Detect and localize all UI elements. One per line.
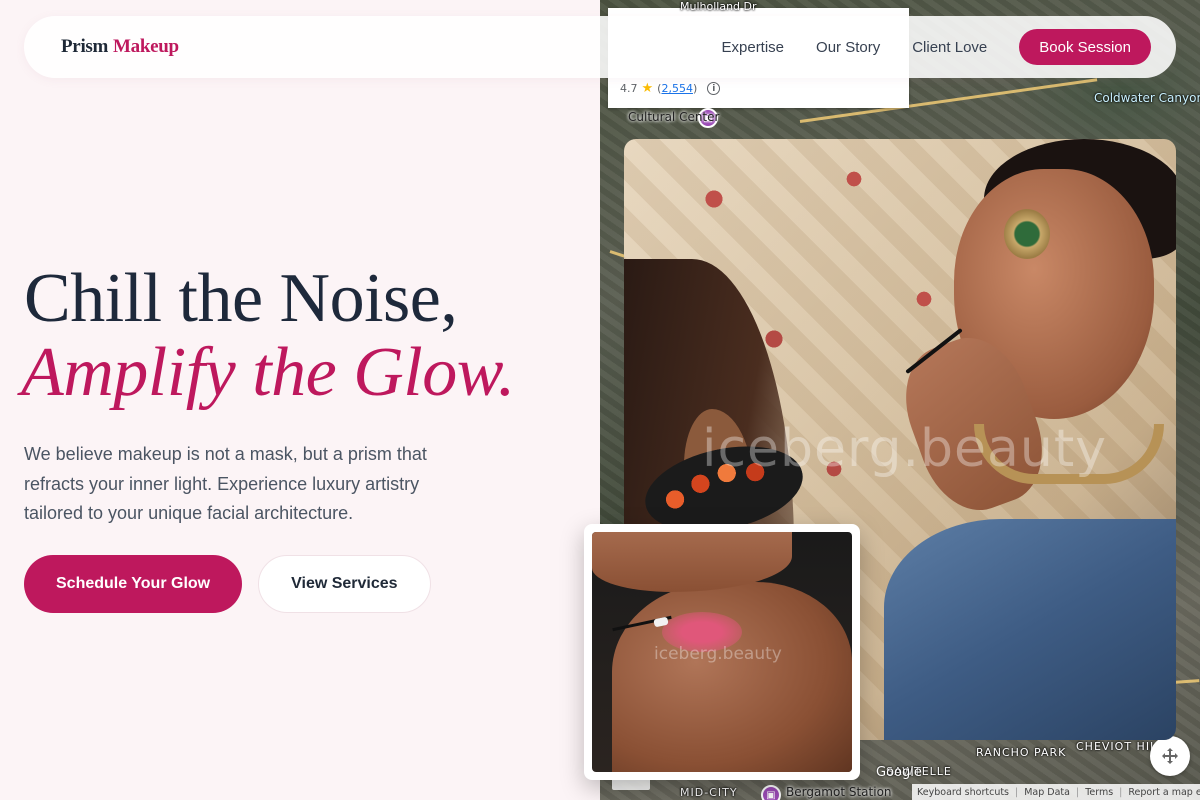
- transit-pin-icon[interactable]: ▣: [761, 785, 781, 800]
- map-label-coldwater: Coldwater Canyon Park: [1094, 91, 1200, 105]
- report-map-error-link[interactable]: Report a map error: [1128, 787, 1200, 798]
- brand-name-part1: Prism: [61, 36, 109, 57]
- hero-description: We believe makeup is not a mask, but a p…: [24, 444, 427, 523]
- headpiece-jewel-graphic: [1004, 209, 1050, 259]
- map-label-cultural-center: Cultural Center: [628, 110, 720, 124]
- map-label-rancho-park: RANCHO PARK: [976, 746, 1067, 759]
- hero-headline-line1: Chill the Noise,: [24, 260, 458, 337]
- nav-item-expertise[interactable]: Expertise: [722, 39, 785, 56]
- nav-item-client-love[interactable]: Client Love: [912, 39, 987, 56]
- brand-logo[interactable]: Prism Makeup: [61, 36, 179, 58]
- review-count-link[interactable]: 2,554: [661, 82, 693, 95]
- view-services-button[interactable]: View Services: [258, 555, 431, 613]
- hero-secondary-photo: iceberg.beauty: [584, 524, 860, 780]
- hero-headline: Chill the Noise, Amplify the Glow.: [21, 260, 584, 411]
- fullscreen-button[interactable]: [1150, 736, 1190, 776]
- hero-headline-line2: Amplify the Glow.: [21, 334, 515, 411]
- schedule-glow-button[interactable]: Schedule Your Glow: [24, 555, 243, 613]
- map-data-link[interactable]: Map Data: [1024, 787, 1070, 798]
- fullscreen-icon: [1162, 748, 1178, 764]
- nav-item-our-story[interactable]: Our Story: [816, 39, 880, 56]
- terms-link[interactable]: Terms: [1085, 787, 1113, 798]
- map-footer: Keyboard shortcuts | Map Data | Terms | …: [912, 784, 1200, 800]
- hero-cta-row: Schedule Your Glow View Services: [24, 555, 431, 613]
- keyboard-shortcuts-link[interactable]: Keyboard shortcuts: [917, 787, 1009, 798]
- map-label-bergamot: Bergamot Station: [786, 785, 892, 799]
- map-label-mid-city: MID-CITY: [680, 786, 738, 799]
- main-nav: Expertise Our Story Client Love Book Ses…: [722, 29, 1151, 65]
- book-session-button[interactable]: Book Session: [1019, 29, 1151, 65]
- star-icon: ★: [641, 81, 654, 96]
- google-logo: Google: [876, 765, 922, 780]
- main-photo-watermark: iceberg.beauty: [702, 419, 1108, 479]
- map-label-mulholland: Mulholland Dr: [680, 0, 757, 13]
- hero-section: Chill the Noise, Amplify the Glow. We be…: [21, 260, 584, 529]
- map-rating-row: 4.7 ★ (2,554) i: [620, 81, 721, 96]
- site-header: Prism Makeup Expertise Our Story Client L…: [24, 16, 1176, 78]
- small-photo-watermark: iceberg.beauty: [654, 644, 782, 664]
- rating-value: 4.7: [620, 82, 638, 95]
- info-icon[interactable]: i: [707, 82, 721, 95]
- brand-name-part2: Makeup: [113, 36, 179, 57]
